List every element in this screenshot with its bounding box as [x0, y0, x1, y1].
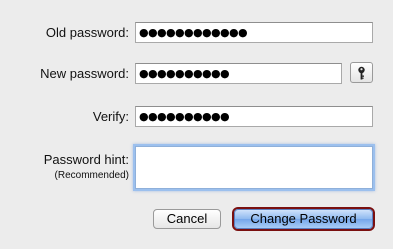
- old-password-field[interactable]: ●●●●●●●●●●●●: [135, 22, 373, 43]
- old-password-label: Old password:: [45, 25, 129, 40]
- change-password-button[interactable]: Change Password: [234, 209, 373, 229]
- verify-label: Verify:: [92, 109, 129, 124]
- key-icon: [357, 66, 366, 80]
- new-password-field[interactable]: ●●●●●●●●●●: [135, 63, 342, 84]
- password-hint-field[interactable]: [135, 146, 373, 189]
- cancel-button[interactable]: Cancel: [153, 209, 221, 229]
- verify-field[interactable]: ●●●●●●●●●●: [135, 106, 373, 127]
- password-assistant-button[interactable]: [350, 62, 373, 83]
- password-hint-label: Password hint:: [43, 152, 129, 167]
- password-hint-sublabel: (Recommended): [54, 170, 129, 181]
- new-password-label: New password:: [40, 66, 129, 81]
